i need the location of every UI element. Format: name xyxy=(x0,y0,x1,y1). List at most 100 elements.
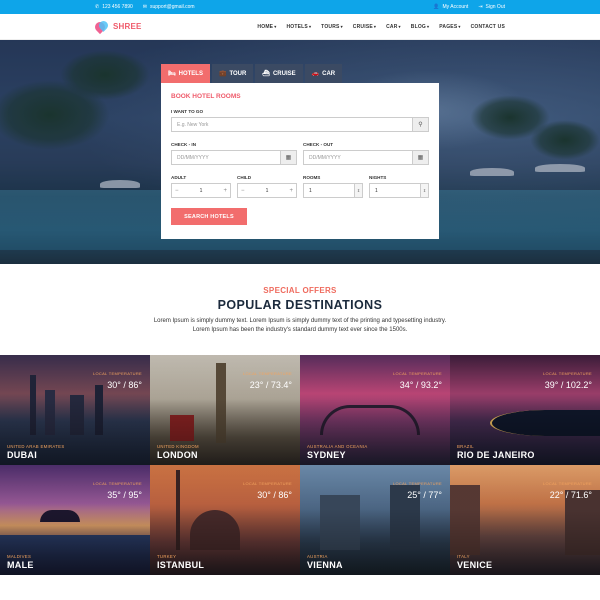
calendar-icon[interactable]: ▦ xyxy=(280,151,296,164)
main-nav: HOME ▾ HOTELS ▾ TOURS ▾ CRUISE ▾ CAR ▾ BLOG ▾ … xyxy=(257,24,505,30)
checkout-date-input[interactable]: DD/MM/YYYY ▦ xyxy=(303,150,429,165)
caret-down-icon: ▾ xyxy=(373,24,377,29)
destination-card-rio[interactable]: LOCAL TEMPERATURE 39° / 102.2° BRAZIL RI… xyxy=(450,355,600,465)
adult-value: 1 xyxy=(199,187,203,194)
destination-card-venice[interactable]: LOCAL TEMPERATURE 22° / 71.6° ITALY VENI… xyxy=(450,465,600,575)
plus-icon[interactable]: + xyxy=(289,188,293,194)
caret-down-icon: ▾ xyxy=(308,24,312,29)
destination-card-istanbul[interactable]: LOCAL TEMPERATURE 30° / 86° TURKEY ISTAN… xyxy=(150,465,300,575)
nav-label: CRUISE xyxy=(352,23,373,30)
minus-icon[interactable]: − xyxy=(175,188,179,194)
city-name: DUBAI xyxy=(7,450,37,460)
nav-item-pages[interactable]: PAGES ▾ xyxy=(439,24,460,30)
checkin-placeholder: DD/MM/YYYY xyxy=(177,154,209,161)
logo[interactable]: SHREE xyxy=(92,18,142,34)
adult-stepper[interactable]: − 1 + xyxy=(171,183,231,198)
my-account-link[interactable]: 👤 My Account xyxy=(433,4,468,10)
temp-label: LOCAL TEMPERATURE xyxy=(392,371,442,376)
destination-card-london[interactable]: LOCAL TEMPERATURE 23° / 73.4° UNITED KIN… xyxy=(150,355,300,465)
destination-card-vienna[interactable]: LOCAL TEMPERATURE 25° / 77° AUSTRIA VIEN… xyxy=(300,465,450,575)
nav-item-home[interactable]: HOME ▾ xyxy=(257,24,276,30)
country-name: UNITED KINGDOM xyxy=(157,444,199,449)
ship-icon: ⛴ xyxy=(262,71,270,77)
my-account-label: My Account xyxy=(442,4,469,10)
adult-label: ADULT xyxy=(171,175,187,180)
checkout-placeholder: DD/MM/YYYY xyxy=(309,154,341,161)
destination-card-sydney[interactable]: LOCAL TEMPERATURE 34° / 93.2° AUSTRALIA … xyxy=(300,355,450,465)
destination-card-dubai[interactable]: LOCAL TEMPERATURE 30° / 86° UNITED ARAB … xyxy=(0,355,150,465)
tab-label: CRUISE xyxy=(272,70,296,77)
checkout-label: CHECK - OUT xyxy=(303,142,334,147)
nav-label: PAGES xyxy=(439,23,458,30)
nav-item-car[interactable]: CAR ▾ xyxy=(386,24,401,30)
nav-label: BLOG xyxy=(410,23,427,30)
tab-tour[interactable]: 💼 TOUR xyxy=(211,64,254,83)
temp-label: LOCAL TEMPERATURE xyxy=(242,371,292,376)
nav-item-blog[interactable]: BLOG ▾ xyxy=(411,24,429,30)
site-header: SHREE HOME ▾ HOTELS ▾ TOURS ▾ CRUISE ▾ CAR ▾ … xyxy=(0,14,600,40)
booking-widget: 🛏 HOTELS 💼 TOUR ⛴ CRUISE 🚗 CAR BOOK HOTEL RO… xyxy=(161,64,439,239)
nav-item-cruise[interactable]: CRUISE ▾ xyxy=(353,24,376,30)
country-name: UNITED ARAB EMIRATES xyxy=(7,444,65,449)
destination-card-male[interactable]: LOCAL TEMPERATURE 35° / 95° MALDIVES MAL… xyxy=(0,465,150,575)
caret-down-icon: ▾ xyxy=(340,24,343,29)
phone-icon: ✆ xyxy=(95,4,100,10)
envelope-icon: ✉ xyxy=(142,4,147,10)
destination-label: I WANT TO GO xyxy=(171,109,204,114)
section-title: POPULAR DESTINATIONS xyxy=(217,298,383,312)
destination-input[interactable]: E.g. New York ⚲ xyxy=(171,117,429,132)
plus-icon[interactable]: + xyxy=(223,188,227,194)
logo-mark-icon xyxy=(92,18,110,34)
search-hotels-button[interactable]: SEARCH HOTELS xyxy=(171,208,247,225)
city-name: RIO DE JANEIRO xyxy=(457,450,535,460)
nav-item-contact-us[interactable]: CONTACT US xyxy=(471,24,505,30)
country-name: ITALY xyxy=(457,554,470,559)
calendar-icon[interactable]: ▦ xyxy=(412,151,428,164)
rooms-value: 1 xyxy=(309,187,312,194)
city-name: VIENNA xyxy=(307,560,343,570)
minus-icon[interactable]: − xyxy=(241,188,245,194)
tab-car[interactable]: 🚗 CAR xyxy=(304,64,343,83)
child-label: CHILD xyxy=(237,175,252,180)
country-name: TURKEY xyxy=(157,554,177,559)
temp-label: LOCAL TEMPERATURE xyxy=(542,371,592,376)
email-contact[interactable]: ✉ support@gmail.com xyxy=(143,4,195,10)
city-name: MALE xyxy=(7,560,34,570)
nav-item-hotels[interactable]: HOTELS ▾ xyxy=(286,24,311,30)
temp-label: LOCAL TEMPERATURE xyxy=(92,481,142,486)
nights-label: NIGHTS xyxy=(369,175,387,180)
logo-text: SHREE xyxy=(113,22,142,31)
booking-form: BOOK HOTEL ROOMS I WANT TO GO E.g. New Y… xyxy=(161,83,439,239)
caret-down-icon: ▾ xyxy=(274,24,277,29)
rooms-select[interactable]: 1 ⇕ xyxy=(303,183,363,198)
temperature: 22° / 71.6° xyxy=(549,490,592,500)
user-icon: 👤 xyxy=(433,4,440,10)
sign-out-link[interactable]: ⇥ Sign Out xyxy=(478,4,505,10)
phone-contact[interactable]: ✆ 123 456 7890 xyxy=(95,4,133,10)
booking-form-title: BOOK HOTEL ROOMS xyxy=(171,93,241,100)
city-name: ISTANBUL xyxy=(157,560,205,570)
destination-placeholder: E.g. New York xyxy=(177,121,209,128)
bed-icon: 🛏 xyxy=(168,71,176,77)
child-stepper[interactable]: − 1 + xyxy=(237,183,297,198)
temperature: 30° / 86° xyxy=(107,380,142,390)
country-name: AUSTRALIA AND OCEANIA xyxy=(307,444,368,449)
nav-item-tours[interactable]: TOURS ▾ xyxy=(321,24,343,30)
temp-label: LOCAL TEMPERATURE xyxy=(242,481,292,486)
temperature: 25° / 77° xyxy=(407,490,442,500)
tab-cruise[interactable]: ⛴ CRUISE xyxy=(255,64,303,83)
tab-label: HOTELS xyxy=(178,70,203,77)
nav-label: CAR xyxy=(386,23,398,30)
caret-down-icon: ▾ xyxy=(398,24,401,29)
tab-hotels[interactable]: 🛏 HOTELS xyxy=(161,64,210,83)
checkin-date-input[interactable]: DD/MM/YYYY ▦ xyxy=(171,150,297,165)
suitcase-icon: 💼 xyxy=(218,71,227,77)
destinations-heading: SPECIAL OFFERS POPULAR DESTINATIONS Lore… xyxy=(0,264,600,355)
city-name: SYDNEY xyxy=(307,450,346,460)
country-name: MALDIVES xyxy=(7,554,32,559)
sign-out-label: Sign Out xyxy=(485,4,505,10)
caret-down-icon: ▾ xyxy=(427,24,430,29)
nights-select[interactable]: 1 ⇕ xyxy=(369,183,429,198)
city-name: VENICE xyxy=(457,560,493,570)
country-name: BRAZIL xyxy=(457,444,474,449)
